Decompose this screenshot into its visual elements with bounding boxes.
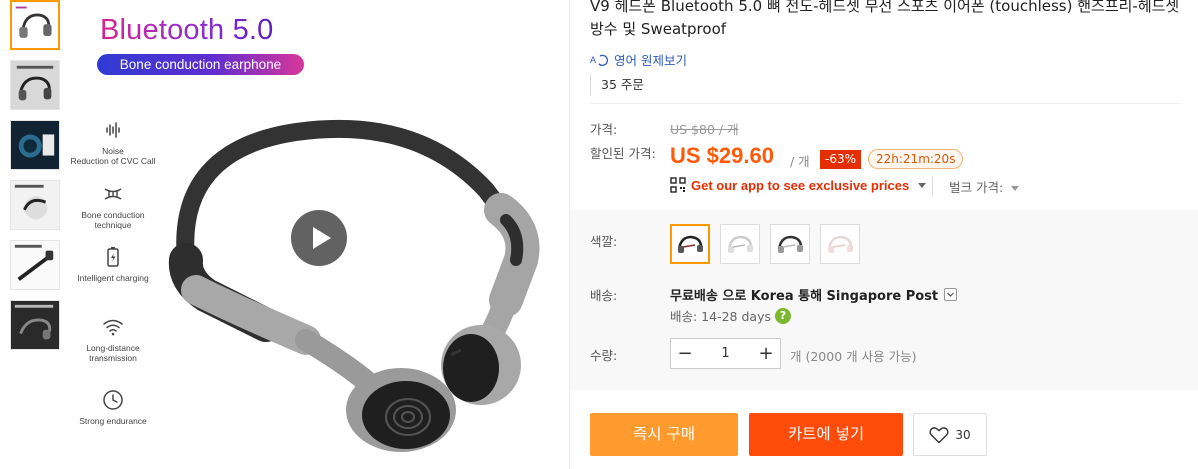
color-swatches xyxy=(670,224,860,264)
wifi-icon xyxy=(101,315,125,339)
buy-now-button[interactable]: 즉시 구매 xyxy=(590,413,738,456)
discount-badge: -63% xyxy=(820,150,862,169)
color-label: 색깔: xyxy=(590,234,618,249)
feature-bone-conduction: Bone conduction technique xyxy=(66,182,163,230)
feature-noise: Noise Reduction of CVC Call xyxy=(66,118,163,166)
promo-title: Bluetooth 5.0 xyxy=(100,14,274,46)
chevron-down-icon xyxy=(918,182,927,188)
play-video-button[interactable] xyxy=(291,210,347,266)
feature-transmission: Long-distance transmission xyxy=(66,315,163,363)
chevron-down-icon xyxy=(1011,186,1020,191)
quantity-input[interactable] xyxy=(699,339,752,368)
shipping-method: 무료배송 으로 Korea 통해 Singapore Post xyxy=(670,285,958,304)
dna-icon xyxy=(101,182,125,206)
order-count: 35 주문 xyxy=(590,74,644,96)
thumbnail-6[interactable] xyxy=(10,300,60,350)
thumbnail-3[interactable] xyxy=(10,120,60,170)
feature-transmission-label: Long-distance transmission xyxy=(86,343,140,363)
product-title: V9 헤드폰 Bluetooth 5.0 뼈 전도-헤드셋 무선 스포츠 이어폰… xyxy=(590,0,1180,38)
divider xyxy=(590,103,1180,104)
clock-icon xyxy=(101,388,125,412)
add-to-cart-button[interactable]: 카트에 넣기 xyxy=(749,413,903,456)
increase-quantity-button[interactable]: + xyxy=(752,339,780,368)
shipping-dropdown[interactable] xyxy=(944,288,958,301)
original-price: US $80 / 개 xyxy=(670,122,739,137)
color-swatch-black-white[interactable] xyxy=(770,224,810,264)
translate-icon: A xyxy=(590,52,609,68)
main-product-image: Bluetooth 5.0 Bone conduction earphone N… xyxy=(66,0,566,469)
quantity-label: 수량: xyxy=(590,348,618,363)
promo-subtitle: Bone conduction earphone xyxy=(97,54,304,75)
chevron-down-icon xyxy=(947,292,955,297)
headphone-illustration xyxy=(168,119,540,452)
thumbnail-2[interactable] xyxy=(10,60,60,110)
shipping-label: 배송: xyxy=(590,288,618,303)
shipping-method-text: 무료배송 으로 Korea 통해 Singapore Post xyxy=(670,289,939,304)
help-icon[interactable]: ? xyxy=(775,307,791,324)
feature-charging: Intelligent charging xyxy=(66,245,163,283)
view-original-title-link[interactable]: A 영어 원제보기 xyxy=(590,50,687,69)
thumbnail-5[interactable] xyxy=(10,240,60,290)
wishlist-count: 30 xyxy=(955,427,971,442)
feature-bone-label: Bone conduction technique xyxy=(81,210,145,230)
feature-charging-label: Intelligent charging xyxy=(77,273,149,283)
app-promo-link[interactable]: Get our app to see exclusive prices xyxy=(670,177,927,193)
price-unit: / 개 xyxy=(790,154,810,169)
feature-noise-label: Noise Reduction of CVC Call xyxy=(70,146,156,166)
thumbnail-1[interactable] xyxy=(10,0,60,50)
current-price: US $29.60 xyxy=(670,143,774,168)
quantity-stepper: − + xyxy=(670,338,781,369)
wishlist-button[interactable]: 30 xyxy=(913,413,987,456)
color-swatch-pink[interactable] xyxy=(820,224,860,264)
price-label: 가격: xyxy=(590,122,618,137)
svg-text:A: A xyxy=(590,55,596,65)
discount-price-label: 할인된 가격: xyxy=(590,146,656,161)
color-swatch-white[interactable] xyxy=(720,224,760,264)
thumbnail-4[interactable] xyxy=(10,180,60,230)
app-promo-label: Get our app to see exclusive prices xyxy=(691,177,910,193)
shipping-time-text: 배송: 14-28 days xyxy=(670,309,771,324)
feature-endurance: Strong endurance xyxy=(66,388,163,426)
translate-label: 영어 원제보기 xyxy=(614,53,687,68)
shipping-time: 배송: 14-28 days ? xyxy=(670,306,791,325)
qr-code-icon xyxy=(670,177,686,193)
sale-countdown-timer: 22h:21m:20s xyxy=(868,149,964,169)
color-swatch-black[interactable] xyxy=(670,224,710,264)
bulk-price-label: 벌크 가격: xyxy=(949,180,1004,195)
quantity-available: 개 (2000 개 사용 가능) xyxy=(790,349,917,364)
noise-icon xyxy=(101,118,125,142)
feature-endurance-label: Strong endurance xyxy=(79,416,147,426)
play-icon xyxy=(313,227,331,249)
bulk-price-dropdown[interactable]: 벌크 가격: xyxy=(932,177,1020,196)
decrease-quantity-button[interactable]: − xyxy=(671,339,699,368)
heart-icon xyxy=(929,426,949,443)
battery-icon xyxy=(101,245,125,269)
